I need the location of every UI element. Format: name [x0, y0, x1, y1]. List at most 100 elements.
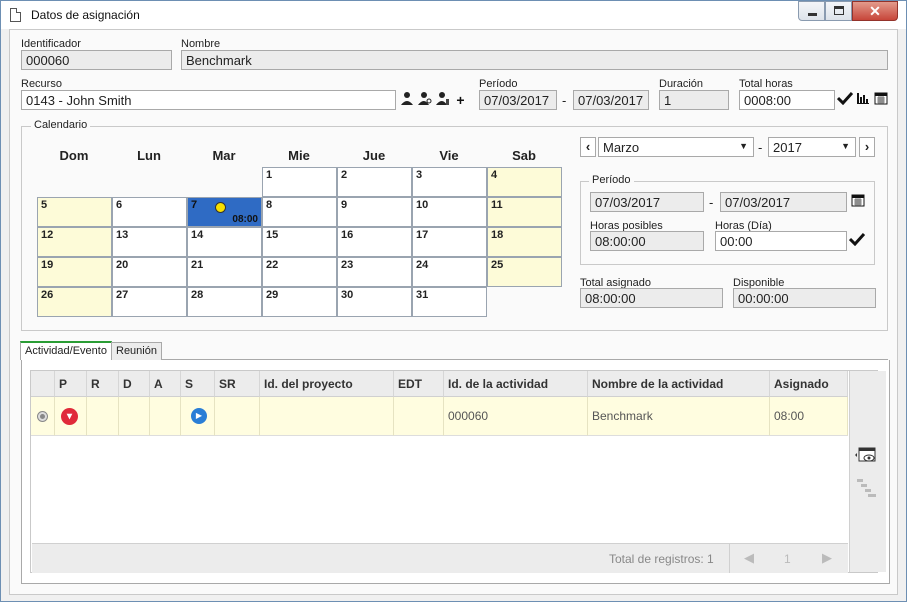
calendar-day[interactable]: 1 — [262, 167, 337, 197]
calendar-day[interactable]: 9 — [337, 197, 412, 227]
calendar-day[interactable]: 25 — [487, 257, 562, 287]
next-month-button[interactable]: › — [859, 137, 875, 157]
calendar-day[interactable]: 23 — [337, 257, 412, 287]
recurso-field[interactable]: 0143 - John Smith — [21, 90, 396, 110]
chevron-down-icon: ▼ — [841, 141, 850, 151]
day-number: 8 — [266, 199, 273, 211]
maximize-button[interactable] — [825, 1, 852, 21]
day-number: 27 — [116, 289, 129, 301]
horas-posibles-field[interactable]: 08:00:00 — [590, 231, 704, 251]
row-radio[interactable] — [37, 411, 48, 422]
calendar-day[interactable]: 10 — [412, 197, 487, 227]
weekday-sab: Sab — [512, 148, 536, 163]
grid-header-id-actividad[interactable]: Id. de la actividad — [444, 371, 588, 397]
cell-s: ▶ — [181, 397, 215, 436]
clock-icon — [215, 202, 226, 213]
identificador-label: Identificador — [21, 38, 81, 50]
calendar-day[interactable]: 18 — [487, 227, 562, 257]
user-icon[interactable] — [398, 91, 415, 109]
tab-actividad-evento[interactable]: Actividad/Evento — [20, 341, 112, 360]
periodo-end-field[interactable]: 07/03/2017 — [573, 90, 649, 110]
calendar-day[interactable]: 7 08:00 — [187, 197, 262, 227]
day-number: 9 — [341, 199, 348, 211]
calendar-day[interactable]: 21 — [187, 257, 262, 287]
view-details-icon[interactable] — [854, 445, 878, 468]
close-button[interactable]: ✕ — [852, 1, 898, 21]
periodo-sub-start-field[interactable]: 07/03/2017 — [590, 192, 704, 212]
day-number: 17 — [416, 229, 429, 241]
day-number: 13 — [116, 229, 129, 241]
cell-sr — [215, 397, 260, 436]
disponible-field[interactable]: 00:00:00 — [733, 288, 876, 308]
grid-header-a[interactable]: A — [150, 371, 181, 397]
day-hours: 08:00 — [232, 214, 258, 225]
calendar-day[interactable]: 3 — [412, 167, 487, 197]
add-icon[interactable]: + — [452, 91, 469, 109]
cell-nombre-actividad: Benchmark — [588, 397, 770, 436]
calendar-day[interactable]: 14 — [187, 227, 262, 257]
horas-dia-field[interactable]: 00:00 — [715, 231, 847, 251]
calendar-icon[interactable] — [872, 91, 889, 109]
calendar-day[interactable]: 2 — [337, 167, 412, 197]
month-select[interactable]: Marzo ▼ — [598, 137, 754, 157]
grid-header-r[interactable]: R — [87, 371, 119, 397]
calendar-day[interactable]: 15 — [262, 227, 337, 257]
calendar-day[interactable]: 24 — [412, 257, 487, 287]
day-number: 16 — [341, 229, 354, 241]
identificador-field[interactable]: 000060 — [21, 50, 172, 70]
month-value: Marzo — [603, 140, 640, 155]
calendar-day[interactable]: 31 — [412, 287, 487, 317]
grid-header-edt[interactable]: EDT — [394, 371, 444, 397]
calendar-day[interactable]: 4 — [487, 167, 562, 197]
calendar-day[interactable]: 22 — [262, 257, 337, 287]
user-edit-icon[interactable] — [434, 91, 451, 109]
day-number: 18 — [491, 229, 504, 241]
total-asignado-field[interactable]: 08:00:00 — [580, 288, 723, 308]
prev-month-button[interactable]: ‹ — [580, 137, 596, 157]
calendar-day[interactable]: 26 — [37, 287, 112, 317]
grid-header-s[interactable]: S — [181, 371, 215, 397]
check-icon[interactable] — [848, 232, 865, 250]
nombre-field[interactable]: Benchmark — [181, 50, 888, 70]
calendar-day[interactable]: 8 — [262, 197, 337, 227]
row-select-cell[interactable] — [31, 397, 55, 436]
calendar-day[interactable]: 29 — [262, 287, 337, 317]
grid-header-sr[interactable]: SR — [215, 371, 260, 397]
year-select[interactable]: 2017 ▼ — [768, 137, 856, 157]
bar-chart-icon[interactable] — [854, 91, 871, 109]
periodo-start-field[interactable]: 07/03/2017 — [479, 90, 557, 110]
user-search-icon[interactable] — [416, 91, 433, 109]
grid-header-id-proyecto[interactable]: Id. del proyecto — [260, 371, 394, 397]
duracion-label: Duración — [659, 78, 704, 90]
calendar-icon[interactable] — [849, 193, 866, 211]
calendar-day[interactable]: 6 — [112, 197, 187, 227]
minimize-button[interactable] — [798, 1, 825, 21]
grid-header-nombre-actividad[interactable]: Nombre de la actividad — [588, 371, 770, 397]
periodo-sub-end-field[interactable]: 07/03/2017 — [720, 192, 847, 212]
check-icon[interactable] — [836, 91, 853, 109]
calendar-day[interactable]: 19 — [37, 257, 112, 287]
calendar-day[interactable]: 16 — [337, 227, 412, 257]
weekday-mar: Mar — [212, 148, 236, 163]
calendar-day[interactable]: 27 — [112, 287, 187, 317]
collapse-handle-icon[interactable] — [856, 477, 878, 502]
grid-header-p[interactable]: P — [55, 371, 87, 397]
total-horas-field[interactable]: 0008:00 — [739, 90, 835, 110]
duracion-field[interactable]: 1 — [659, 90, 729, 110]
calendar-day[interactable]: 5 — [37, 197, 112, 227]
calendar-day[interactable]: 11 — [487, 197, 562, 227]
window-title: Datos de asignación — [31, 8, 140, 22]
next-page-icon[interactable]: ▶ — [822, 550, 832, 566]
calendar-day[interactable]: 17 — [412, 227, 487, 257]
calendar-day[interactable]: 20 — [112, 257, 187, 287]
calendar-day[interactable]: 13 — [112, 227, 187, 257]
calendar-day[interactable]: 30 — [337, 287, 412, 317]
day-number: 14 — [191, 229, 204, 241]
grid-header-asignado[interactable]: Asignado — [770, 371, 848, 397]
prev-page-icon[interactable]: ◀ — [744, 550, 754, 566]
calendar-day[interactable]: 28 — [187, 287, 262, 317]
calendar-day[interactable]: 12 — [37, 227, 112, 257]
grid-header-d[interactable]: D — [119, 371, 150, 397]
tab-reunion[interactable]: Reunión — [111, 342, 162, 360]
day-number: 1 — [266, 169, 273, 181]
